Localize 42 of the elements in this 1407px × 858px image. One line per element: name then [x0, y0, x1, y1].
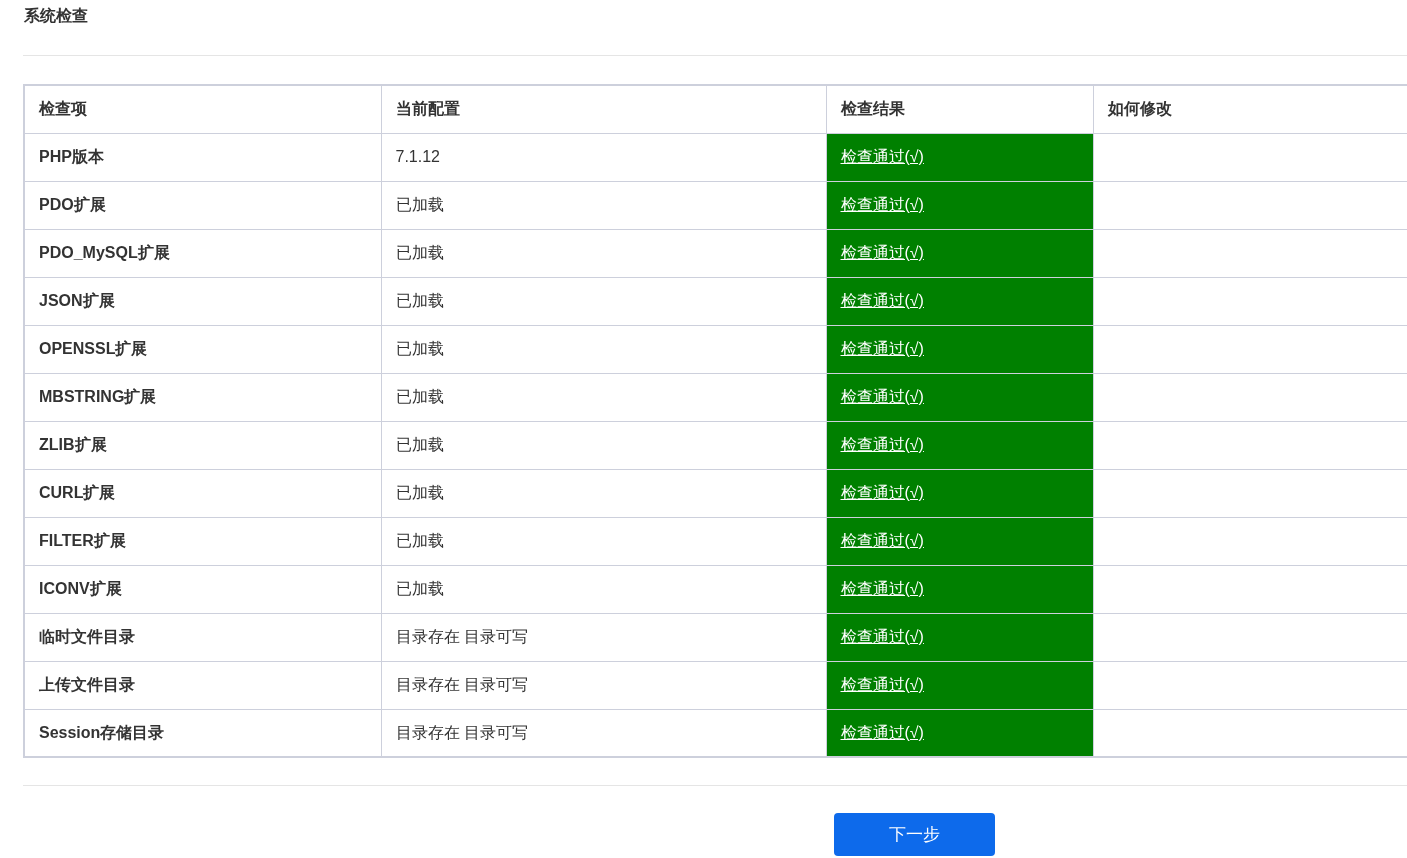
table-cell: ICONV扩展 — [24, 565, 381, 613]
table-cell: 已加载 — [381, 325, 826, 373]
next-button[interactable]: 下一步 — [834, 813, 995, 856]
table-cell: 已加载 — [381, 181, 826, 229]
result-cell: 检查通过(√) — [826, 517, 1093, 565]
table-cell: 已加载 — [381, 373, 826, 421]
result-cell: 检查通过(√) — [826, 709, 1093, 757]
table-cell: 上传文件目录 — [24, 661, 381, 709]
page-title: 系统检查 — [24, 6, 88, 26]
table-cell: 已加载 — [381, 277, 826, 325]
result-cell: 检查通过(√) — [826, 661, 1093, 709]
result-cell: 检查通过(√) — [826, 325, 1093, 373]
table-cell: MBSTRING扩展 — [24, 373, 381, 421]
table-cell: 目录存在 目录可写 — [381, 613, 826, 661]
table-cell: 已加载 — [381, 469, 826, 517]
table-cell: OPENSSL扩展 — [24, 325, 381, 373]
table-cell: PHP版本 — [24, 133, 381, 181]
table-cell: 已加载 — [381, 421, 826, 469]
result-cell: 检查通过(√) — [826, 373, 1093, 421]
result-cell: 检查通过(√) — [826, 469, 1093, 517]
table-cell: PDO_MySQL扩展 — [24, 229, 381, 277]
table-cell: CURL扩展 — [24, 469, 381, 517]
table-cell: 已加载 — [381, 229, 826, 277]
table-cell: 临时文件目录 — [24, 613, 381, 661]
column-header: 检查结果 — [826, 85, 1093, 133]
table-cell: 7.1.12 — [381, 133, 826, 181]
result-cell: 检查通过(√) — [826, 133, 1093, 181]
result-cell: 检查通过(√) — [826, 277, 1093, 325]
result-cell: 检查通过(√) — [826, 229, 1093, 277]
table-cell: PDO扩展 — [24, 181, 381, 229]
table-cell: 已加载 — [381, 565, 826, 613]
column-header: 当前配置 — [381, 85, 826, 133]
table-cell: ZLIB扩展 — [24, 421, 381, 469]
table-cell: 目录存在 目录可写 — [381, 661, 826, 709]
table-cell: 已加载 — [381, 517, 826, 565]
result-cell: 检查通过(√) — [826, 181, 1093, 229]
table-cell: FILTER扩展 — [24, 517, 381, 565]
column-header: 检查项 — [24, 85, 381, 133]
result-cell: 检查通过(√) — [826, 565, 1093, 613]
result-cell: 检查通过(√) — [826, 613, 1093, 661]
result-cell: 检查通过(√) — [826, 421, 1093, 469]
table-cell: JSON扩展 — [24, 277, 381, 325]
